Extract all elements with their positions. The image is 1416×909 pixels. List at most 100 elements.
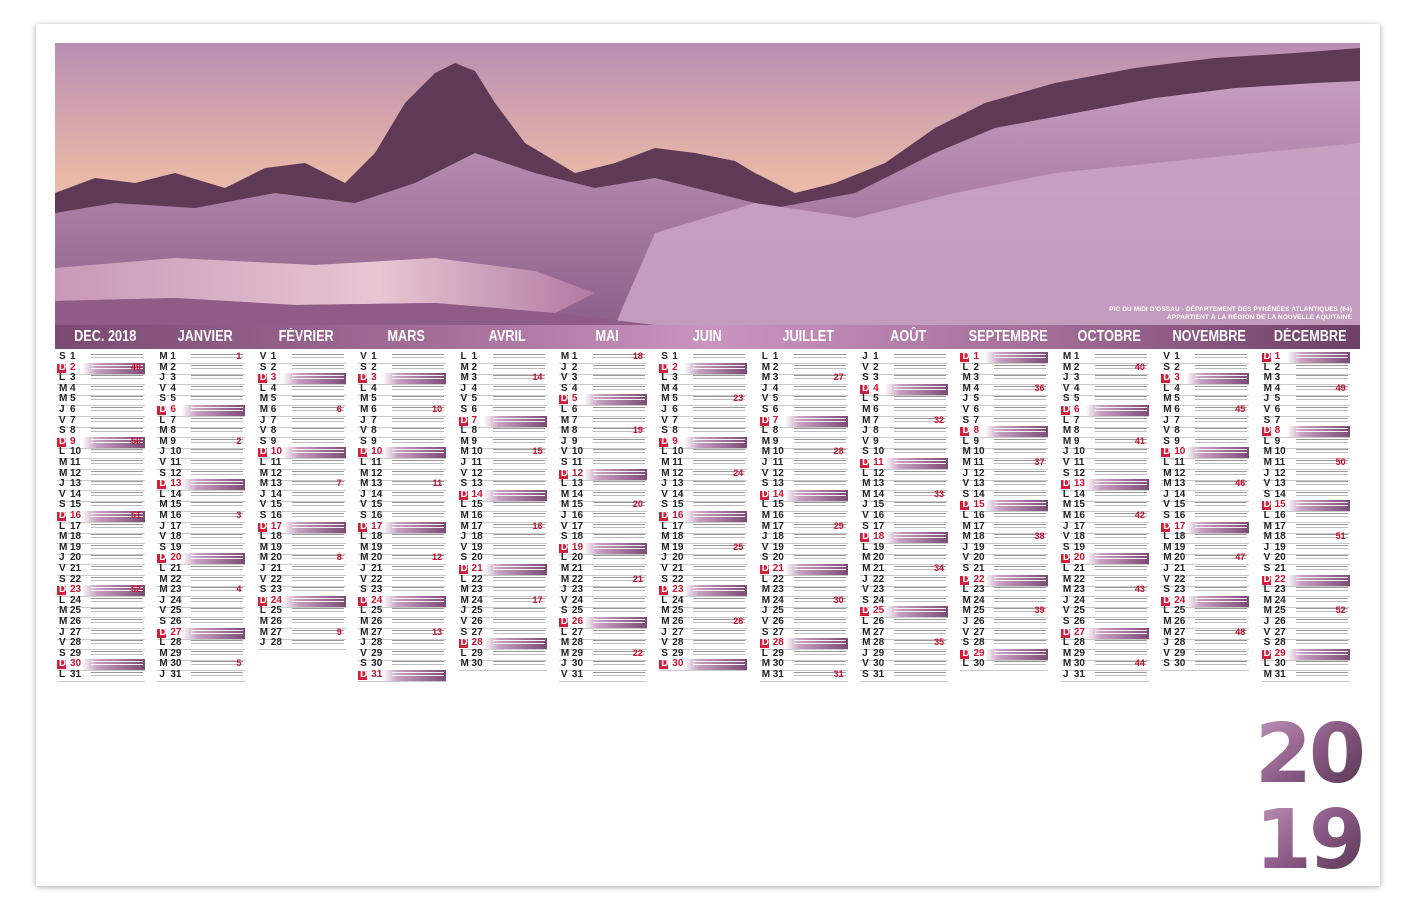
weekday-letter: M xyxy=(1263,446,1272,458)
day-number: 9 xyxy=(571,435,578,447)
saint-name-line xyxy=(894,385,947,390)
day-number: 6 xyxy=(70,404,76,415)
saint-name-line xyxy=(894,619,947,623)
saint-name-line xyxy=(894,608,947,613)
saint-name-line xyxy=(894,672,947,676)
day-number: 8 xyxy=(973,425,980,437)
saint-name-line xyxy=(1094,385,1147,390)
weekday-letter: L xyxy=(259,382,266,394)
weekday-letter: M xyxy=(962,531,971,543)
week-number: 36 xyxy=(1034,382,1045,393)
weekday-letter: L xyxy=(661,520,668,532)
day-number: 20 xyxy=(371,552,383,564)
day-number: 11 xyxy=(1274,457,1286,468)
weekday-letter: M xyxy=(862,414,871,426)
day-number: 1 xyxy=(571,351,578,362)
weekday-letter: J xyxy=(1062,372,1069,384)
day-number: 12 xyxy=(873,467,885,479)
saint-name-line xyxy=(191,608,244,613)
saint-name-line xyxy=(492,417,545,422)
weekday-letter: L xyxy=(560,552,568,564)
weekday-letter: L xyxy=(862,616,869,627)
day-number: 24 xyxy=(371,594,383,606)
weekday-letter: J xyxy=(661,626,667,638)
month-header: MAI xyxy=(595,328,619,345)
weekday-letter: S xyxy=(661,351,668,362)
day-number: 31 xyxy=(1073,669,1085,680)
weekday-letter: J xyxy=(1062,446,1069,458)
day-number: 23 xyxy=(772,584,784,596)
weekday-letter: S xyxy=(862,669,869,680)
saint-name-line xyxy=(693,460,746,464)
saint-name-line xyxy=(1295,470,1348,475)
day-number: 18 xyxy=(471,531,483,543)
day-number: 28 xyxy=(973,637,985,649)
weekday-letter: J xyxy=(360,488,366,500)
day-number: 26 xyxy=(270,616,282,627)
saint-name-line xyxy=(994,502,1047,507)
weekday-letter: J xyxy=(1163,637,1169,649)
weekday-letter: V xyxy=(159,457,167,468)
weekday-letter: M xyxy=(59,531,68,543)
day-number: 1 xyxy=(1274,351,1281,362)
weekday-letter: L xyxy=(59,594,66,606)
weekday-letter: M xyxy=(962,520,971,532)
weekday-letter: M xyxy=(1062,499,1072,511)
saint-name-line xyxy=(1295,523,1348,528)
day-number: 16 xyxy=(1073,510,1085,521)
day-number: 14 xyxy=(70,488,82,500)
weekday-letter: J xyxy=(259,414,266,426)
weekday-letter: V xyxy=(259,499,267,511)
day-number: 2 xyxy=(1274,361,1281,373)
saint-name-line xyxy=(994,544,1047,549)
day-number: 19 xyxy=(371,541,383,553)
weekday-letter: J xyxy=(962,467,969,479)
saint-name-line xyxy=(191,534,244,539)
day-number: 23 xyxy=(270,584,282,596)
weekday-letter: D xyxy=(259,520,267,532)
day-number: 28 xyxy=(270,637,282,649)
weekday-letter: V xyxy=(661,414,668,426)
day-number: 18 xyxy=(371,531,383,543)
saint-name-line xyxy=(994,491,1047,496)
week-number: 7 xyxy=(336,478,342,489)
saint-name-line xyxy=(1094,619,1147,623)
saint-name-line xyxy=(693,449,746,454)
day-number: 30 xyxy=(873,658,885,670)
saint-name-line xyxy=(1195,650,1248,655)
saint-name-line xyxy=(592,534,645,539)
day-number: 31 xyxy=(1274,669,1286,680)
weekday-letter: D xyxy=(962,573,970,585)
weekday-letter: M xyxy=(1263,605,1272,617)
weekday-letter: D xyxy=(259,446,267,458)
saint-name-line xyxy=(994,396,1047,401)
day-number: 12 xyxy=(471,467,483,479)
photo-caption-location: PIC DU MIDI D'OSSAU - DÉPARTEMENT DES PY… xyxy=(1109,306,1352,313)
weekday-letter: S xyxy=(59,499,66,511)
week-number: 9 xyxy=(336,626,342,637)
day-number: 10 xyxy=(571,446,584,458)
day-number: 22 xyxy=(1073,573,1085,585)
saint-name-line xyxy=(592,544,645,549)
weekday-letter: V xyxy=(560,669,568,680)
day-number: 28 xyxy=(471,637,483,649)
day-number: 27 xyxy=(170,626,182,638)
week-number: 3 xyxy=(236,510,242,520)
saint-name-line xyxy=(392,428,445,433)
day-number: 25 xyxy=(70,605,82,617)
day-number: 7 xyxy=(170,414,176,426)
saint-name-line xyxy=(994,566,1047,570)
weekday-letter: V xyxy=(761,467,769,479)
saint-name-line xyxy=(793,587,846,592)
weekday-letter: L xyxy=(962,435,969,447)
day-number: 9 xyxy=(1073,435,1080,447)
weekday-letter: L xyxy=(962,510,969,521)
day-number: 20 xyxy=(70,552,82,564)
day-number: 25 xyxy=(1274,605,1286,617)
saint-name-line xyxy=(91,502,143,507)
day-number: 6 xyxy=(471,404,478,415)
day-number: 10 xyxy=(1274,446,1286,458)
weekday-letter: D xyxy=(259,372,267,384)
saint-name-line xyxy=(592,449,645,454)
day-number: 2 xyxy=(170,361,176,373)
